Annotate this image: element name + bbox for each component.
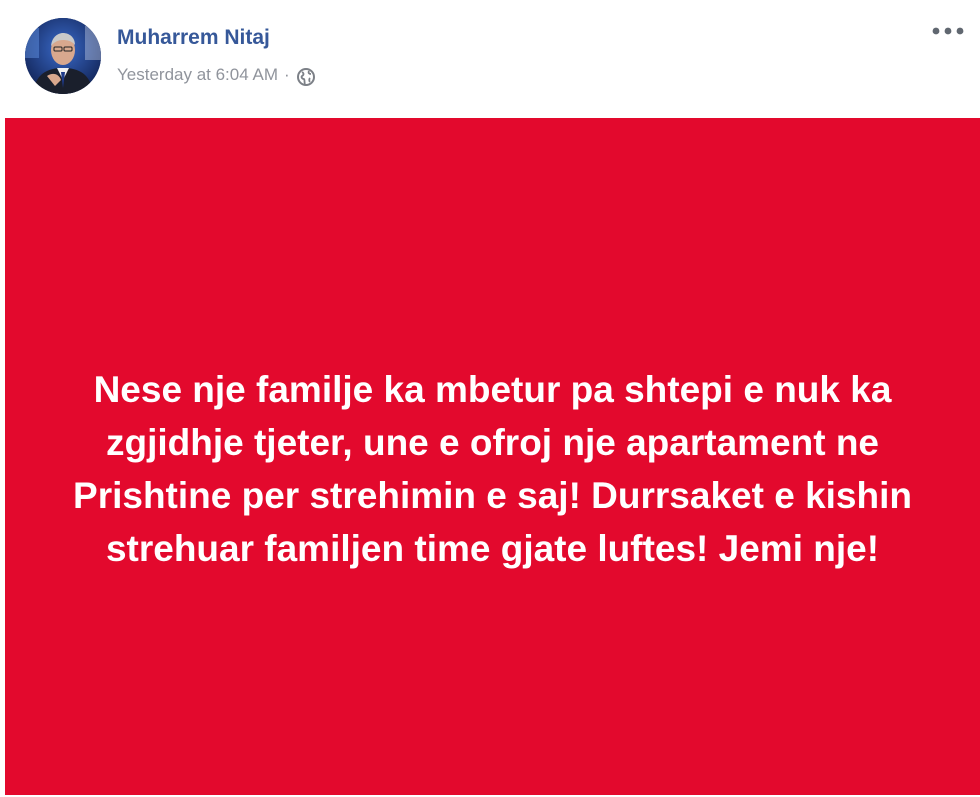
post-meta: Yesterday at 6:04 AM · (117, 62, 316, 88)
post-timestamp[interactable]: Yesterday at 6:04 AM (117, 63, 278, 87)
author-avatar[interactable] (25, 18, 101, 94)
more-dots-icon (932, 27, 964, 35)
post-header: Muharrem Nitaj Yesterday at 6:04 AM · (0, 0, 980, 118)
post-background-card: Nese nje familje ka mbetur pa shtepi e n… (5, 118, 980, 797)
more-options-button[interactable] (928, 18, 968, 44)
post-status-text: Nese nje familje ka mbetur pa shtepi e n… (73, 368, 912, 569)
author-name-link[interactable]: Muharrem Nitaj (117, 24, 270, 52)
meta-separator: · (283, 65, 290, 84)
profile-photo-image (25, 18, 101, 94)
globe-icon[interactable] (296, 67, 316, 87)
facebook-post: Muharrem Nitaj Yesterday at 6:04 AM · Ne… (0, 0, 980, 797)
